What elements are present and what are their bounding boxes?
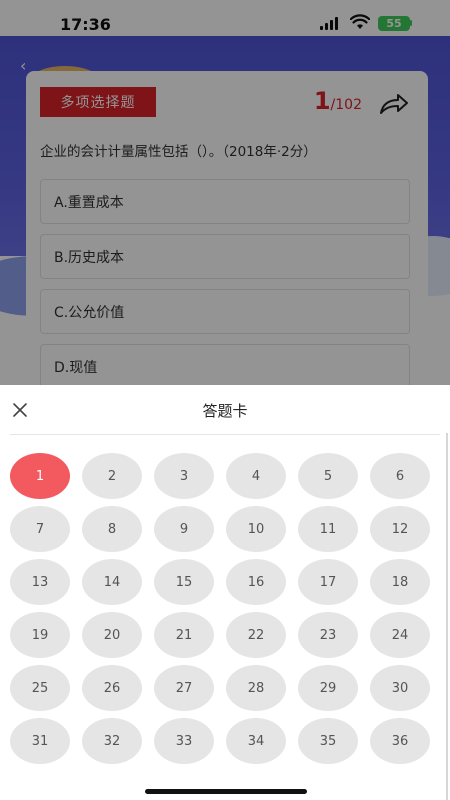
- question-number-button[interactable]: 27: [154, 665, 214, 711]
- question-number-button[interactable]: 7: [10, 506, 70, 552]
- question-number-button[interactable]: 3: [154, 453, 214, 499]
- question-number-button[interactable]: 12: [370, 506, 430, 552]
- question-number-button[interactable]: 30: [370, 665, 430, 711]
- question-number-button[interactable]: 23: [298, 612, 358, 658]
- question-number-button[interactable]: 21: [154, 612, 214, 658]
- question-number-button[interactable]: 18: [370, 559, 430, 605]
- question-number-button[interactable]: 1: [10, 453, 70, 499]
- question-number-button[interactable]: 31: [10, 718, 70, 764]
- question-number-button[interactable]: 17: [298, 559, 358, 605]
- question-number-button[interactable]: 13: [10, 559, 70, 605]
- home-indicator[interactable]: [145, 789, 307, 794]
- question-number-button[interactable]: 2: [82, 453, 142, 499]
- question-number-button[interactable]: 32: [82, 718, 142, 764]
- question-number-grid: 1 2 3 4 5 6 7 8 9 10 11 12 13 14 15 16 17 18 19 20 21 22 23 24 2…: [10, 453, 435, 764]
- question-number-button[interactable]: 15: [154, 559, 214, 605]
- question-number-button[interactable]: 11: [298, 506, 358, 552]
- question-number-button[interactable]: 10: [226, 506, 286, 552]
- question-number-button[interactable]: 22: [226, 612, 286, 658]
- question-number-button[interactable]: 5: [298, 453, 358, 499]
- answer-card-sheet: 答题卡 1 2 3 4 5 6 7 8 9 10 11 12 13 14 15 16 17 18 19 20 21 22 2…: [0, 385, 450, 800]
- question-number-button[interactable]: 19: [10, 612, 70, 658]
- question-number-button[interactable]: 28: [226, 665, 286, 711]
- question-number-button[interactable]: 35: [298, 718, 358, 764]
- scrollbar[interactable]: [446, 433, 448, 800]
- sheet-title: 答题卡: [202, 402, 248, 420]
- question-number-button[interactable]: 25: [10, 665, 70, 711]
- question-number-button[interactable]: 33: [154, 718, 214, 764]
- question-number-button[interactable]: 8: [82, 506, 142, 552]
- question-number-button[interactable]: 26: [82, 665, 142, 711]
- question-number-button[interactable]: 36: [370, 718, 430, 764]
- question-number-button[interactable]: 24: [370, 612, 430, 658]
- question-number-button[interactable]: 20: [82, 612, 142, 658]
- question-number-button[interactable]: 4: [226, 453, 286, 499]
- question-number-button[interactable]: 16: [226, 559, 286, 605]
- question-number-button[interactable]: 29: [298, 665, 358, 711]
- modal-overlay[interactable]: [0, 0, 450, 385]
- question-number-button[interactable]: 6: [370, 453, 430, 499]
- sheet-header: 答题卡: [10, 385, 440, 435]
- question-number-button[interactable]: 34: [226, 718, 286, 764]
- question-number-button[interactable]: 14: [82, 559, 142, 605]
- question-number-button[interactable]: 9: [154, 506, 214, 552]
